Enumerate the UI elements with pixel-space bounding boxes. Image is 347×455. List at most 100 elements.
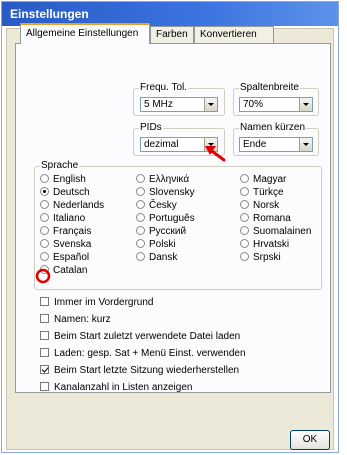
radio-deutsch[interactable]: Deutsch [40,187,90,199]
radio-cesky[interactable]: Česky [136,200,177,212]
group-label: Sprache [40,160,80,172]
radio-hrvatski[interactable]: Hrvatski [240,239,289,251]
radio-dot[interactable] [40,174,49,183]
checkbox-box[interactable] [40,382,49,391]
radio-label: Suomalainen [253,226,312,237]
checkbox-label: Namen: kurz [54,314,111,325]
group-label: PIDs [139,122,163,134]
radio-label: Romana [253,213,291,224]
chevron-down-icon[interactable] [204,98,217,111]
radio-dot[interactable] [40,252,49,261]
radio-dot[interactable] [40,200,49,209]
radio-label: Deutsch [53,187,90,198]
radio-svenska[interactable]: Svenska [40,239,91,251]
radio-srpski[interactable]: Srpski [240,252,281,264]
radio-dot[interactable] [136,200,145,209]
chevron-down-icon[interactable] [204,138,217,151]
check-sitzung-wiederherstellen[interactable]: Beim Start letzte Sitzung wiederherstell… [40,365,239,377]
radio-label: Русский [149,226,187,237]
radio-label: Srpski [253,252,281,263]
radio-polski[interactable]: Polski [136,239,176,251]
check-start-datei-laden[interactable]: Beim Start zuletzt verwendete Datei lade… [40,331,240,343]
radio-suomalainen[interactable]: Suomalainen [240,226,311,238]
radio-label: English [53,174,86,185]
radio-label: Español [53,252,90,263]
radio-label: Hrvatski [253,239,290,250]
radio-dot[interactable] [240,213,249,222]
checkbox-box[interactable] [40,348,49,357]
group-label: Frequ. Tol. [139,82,189,94]
radio-label: Slovensky [149,187,195,198]
radio-magyar[interactable]: Magyar [240,174,286,186]
radio-dot[interactable] [40,213,49,222]
checkbox-label: Beim Start zuletzt verwendete Datei lade… [54,331,241,342]
radio-dot[interactable] [136,239,145,248]
radio-espanol[interactable]: Español [40,252,89,264]
checkbox-label: Immer im Vordergrund [54,297,154,308]
radio-english[interactable]: English [40,174,86,186]
radio-label: Dansk [149,252,178,263]
radio-dot[interactable] [136,213,145,222]
radio-dot[interactable] [40,187,49,196]
radio-label: Nederlands [53,200,105,211]
group-label: Spaltenbreite [239,82,300,94]
check-namen-kurz[interactable]: Namen: kurz [40,314,111,326]
checkbox-box[interactable] [40,297,49,306]
radio-dot[interactable] [240,252,249,261]
tab-label: Allgemeine Einstellungen [26,28,139,39]
radio-norsk[interactable]: Norsk [240,200,279,212]
checkbox-box[interactable] [40,365,49,374]
namen-kuerzen-select[interactable]: Ende [239,137,313,152]
check-laden-sat-menue[interactable]: Laden: gesp. Sat + Menü Einst. verwenden [40,348,246,360]
check-kanalanzahl[interactable]: Kanalanzahl in Listen anzeigen [40,382,192,394]
tab-konvertieren[interactable]: Konvertieren [194,26,274,43]
radio-dot[interactable] [40,265,49,274]
select-value: 5 MHz [144,99,173,110]
radio-label: Türkçe [253,187,284,198]
checkbox-box[interactable] [40,314,49,323]
radio-dot[interactable] [40,226,49,235]
radio-ellinika[interactable]: Ελληνικά [136,174,189,186]
radio-dansk[interactable]: Dansk [136,252,177,264]
window-title: Einstellungen [10,7,89,21]
radio-nederlands[interactable]: Nederlands [40,200,104,212]
pids-select[interactable]: dezimal [140,137,218,152]
select-value: dezimal [144,139,179,150]
tab-farben[interactable]: Farben [150,26,194,43]
check-immer-vordergrund[interactable]: Immer im Vordergrund [40,297,153,309]
checkbox-label: Kanalanzahl in Listen anzeigen [54,382,193,393]
radio-dot[interactable] [40,239,49,248]
radio-romana[interactable]: Romana [240,213,291,225]
radio-dot[interactable] [136,174,145,183]
ok-button[interactable]: OK [290,430,330,450]
radio-label: Svenska [53,239,92,250]
chevron-down-icon[interactable] [299,138,312,151]
radio-label: Česky [149,200,177,211]
radio-dot[interactable] [240,187,249,196]
radio-catalan[interactable]: Catalan [40,265,87,277]
radio-francais[interactable]: Français [40,226,91,238]
frequ-tol-select[interactable]: 5 MHz [140,97,218,112]
radio-slovensky[interactable]: Slovensky [136,187,195,199]
radio-dot[interactable] [240,226,249,235]
checkbox-box[interactable] [40,331,49,340]
radio-turkce[interactable]: Türkçe [240,187,284,199]
tab-label: Farben [156,29,188,40]
radio-russkiy[interactable]: Русский [136,226,186,238]
radio-label: Norsk [253,200,280,211]
chevron-down-icon[interactable] [299,98,312,111]
spaltenbreite-select[interactable]: 70% [239,97,313,112]
radio-dot[interactable] [136,252,145,261]
radio-dot[interactable] [136,226,145,235]
tab-label: Konvertieren [200,29,257,40]
radio-dot[interactable] [136,187,145,196]
tab-allgemeine[interactable]: Allgemeine Einstellungen [20,23,150,44]
radio-label: Magyar [253,174,287,185]
radio-label: Ελληνικά [149,174,190,185]
radio-italiano[interactable]: Italiano [40,213,85,225]
radio-portugues[interactable]: Português [136,213,195,225]
radio-dot[interactable] [240,174,249,183]
radio-dot[interactable] [240,200,249,209]
select-value: 70% [243,99,264,110]
radio-dot[interactable] [240,239,249,248]
